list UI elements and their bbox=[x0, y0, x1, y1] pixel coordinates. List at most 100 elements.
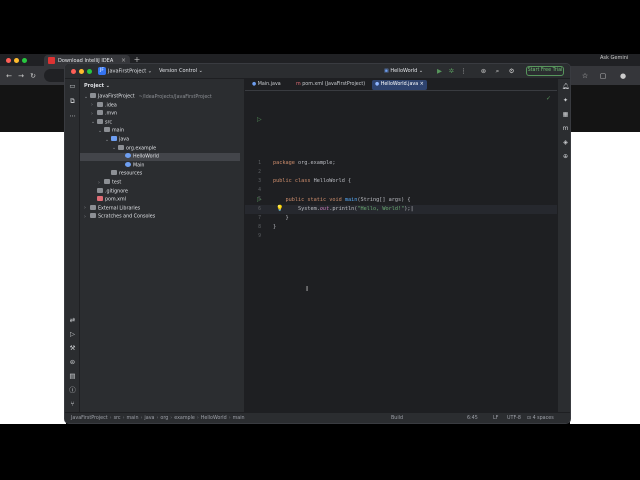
tree-item-label: External Libraries bbox=[98, 206, 141, 212]
tree-item-java[interactable]: ⌄ java bbox=[80, 136, 240, 144]
database-icon[interactable]: ▦ bbox=[561, 110, 570, 119]
run-configuration-selector[interactable]: ▣ HelloWorld ⌄ bbox=[384, 68, 423, 74]
folder-icon bbox=[97, 101, 103, 107]
breadcrumb-item[interactable]: example bbox=[174, 416, 195, 421]
close-window-icon[interactable] bbox=[6, 58, 11, 63]
maven-icon: m bbox=[296, 82, 301, 87]
git-icon[interactable]: ⑂ bbox=[68, 400, 77, 409]
problems-warning-icon[interactable]: ⓘ bbox=[68, 386, 77, 395]
more-tools-icon[interactable]: ⋯ bbox=[68, 112, 77, 121]
breadcrumb-item[interactable]: JavaFirstProject bbox=[71, 416, 108, 421]
minimize-window-icon[interactable] bbox=[14, 58, 19, 63]
project-selector[interactable]: JF JavaFirstProject ⌄ bbox=[98, 67, 155, 76]
code-editor[interactable]: ● Main.java m pom.xml (JavaFirstProject)… bbox=[245, 79, 557, 412]
tree-item-test[interactable]: › test bbox=[80, 179, 240, 187]
run-main-gutter-icon[interactable]: ▷ bbox=[257, 196, 264, 203]
close-tab-icon[interactable]: × bbox=[420, 82, 424, 87]
coverage-icon[interactable]: ◈ bbox=[561, 138, 570, 147]
tree-item-label: src bbox=[105, 120, 113, 126]
search-icon[interactable]: ⌕ bbox=[493, 67, 502, 76]
ide-title-bar: JF JavaFirstProject ⌄ Version Control ⌄ ▣… bbox=[65, 64, 570, 79]
start-free-trial-button[interactable]: Start Free Trial bbox=[526, 66, 564, 76]
no-problems-check-icon: ✓ bbox=[546, 95, 552, 102]
package-icon bbox=[118, 144, 124, 150]
project-tool-icon[interactable]: ▭ bbox=[68, 82, 77, 91]
breadcrumb-item[interactable]: java bbox=[144, 416, 154, 421]
ai-chat-icon[interactable]: ✦ bbox=[561, 96, 570, 105]
terminal-icon[interactable]: ▤ bbox=[68, 372, 77, 381]
indent-setting[interactable]: ⊡ 4 spaces bbox=[527, 416, 554, 421]
maven-tool-icon[interactable]: m bbox=[561, 124, 570, 133]
breadcrumb-item[interactable]: org bbox=[160, 416, 168, 421]
debug-icon[interactable]: ✲ bbox=[447, 67, 456, 76]
class-icon bbox=[125, 161, 131, 167]
settings-gear-icon[interactable]: ⚙ bbox=[507, 67, 516, 76]
right-tool-strip: 🔔︎ ✦ ▦ m ◈ ⊕ bbox=[557, 79, 570, 412]
folder-icon bbox=[97, 110, 103, 116]
tree-item-pom-xml[interactable]: pom.xml bbox=[80, 196, 240, 204]
notifications-bell-icon[interactable]: 🔔︎ bbox=[561, 82, 570, 91]
line-separator[interactable]: LF bbox=[493, 416, 498, 421]
folder-icon bbox=[97, 118, 103, 124]
breadcrumb-separator-icon: › bbox=[170, 416, 173, 421]
tree-item-helloworld[interactable]: HelloWorld bbox=[80, 153, 240, 162]
run-icon[interactable]: ▶ bbox=[435, 67, 444, 76]
build-status[interactable]: Build bbox=[391, 416, 403, 421]
breadcrumb-separator-icon: › bbox=[156, 416, 159, 421]
run-class-gutter-icon[interactable]: ▷ bbox=[257, 116, 264, 123]
problems-icon[interactable]: ⊜ bbox=[68, 358, 77, 367]
forward-icon[interactable]: → bbox=[16, 71, 26, 81]
ide-close-icon[interactable] bbox=[71, 69, 76, 74]
tree-item-javafirstproject[interactable]: ⌄ JavaFirstProject ~/IdeaProjects/JavaFirs… bbox=[80, 93, 240, 101]
editor-tab-bar: ● Main.java m pom.xml (JavaFirstProject)… bbox=[245, 79, 557, 91]
caret-position[interactable]: 6:45 bbox=[467, 416, 478, 421]
run-tool-icon[interactable]: ▷ bbox=[68, 330, 77, 339]
line-number: 1 bbox=[258, 161, 261, 166]
gemini-button[interactable]: Ask Gemini bbox=[600, 55, 640, 65]
extensions-icon[interactable]: ▢ bbox=[598, 71, 608, 81]
keyword: package bbox=[273, 160, 295, 166]
more-actions-icon[interactable]: ⋮ bbox=[459, 67, 468, 76]
profile-avatar-icon[interactable]: ● bbox=[618, 71, 628, 81]
version-control-menu[interactable]: Version Control ⌄ bbox=[159, 68, 203, 74]
tree-item-idea[interactable]: › .idea bbox=[80, 101, 240, 110]
copilot-icon[interactable]: ⊕ bbox=[561, 152, 570, 161]
tab-pom-xml[interactable]: m pom.xml (JavaFirstProject) bbox=[293, 80, 368, 90]
build-hammer-icon[interactable]: ⚒ bbox=[68, 344, 77, 353]
breadcrumb-item[interactable]: HelloWorld bbox=[201, 416, 227, 421]
tree-item-org-example[interactable]: ⌄ org.example bbox=[80, 144, 240, 153]
tree-item-main[interactable]: ⌄ main bbox=[80, 127, 240, 135]
breadcrumb-item[interactable]: src bbox=[114, 416, 121, 421]
lib-icon bbox=[90, 204, 96, 210]
ide-minimize-icon[interactable] bbox=[79, 69, 84, 74]
tree-item-label: pom.xml bbox=[105, 197, 127, 203]
tree-item-gitignore[interactable]: .gitignore bbox=[80, 187, 240, 196]
ide-maximize-icon[interactable] bbox=[87, 69, 92, 74]
maximize-window-icon[interactable] bbox=[22, 58, 27, 63]
tree-item-main[interactable]: Main bbox=[80, 161, 240, 170]
structure-tool-icon[interactable]: ⧉ bbox=[68, 97, 77, 106]
project-panel-title[interactable]: Project ⌄ bbox=[84, 83, 110, 89]
services-icon[interactable]: ⇄ bbox=[68, 316, 77, 325]
tree-item-src[interactable]: ⌄ src bbox=[80, 118, 240, 127]
code-line-8: } bbox=[273, 224, 277, 230]
code-line-1: package org.example; bbox=[273, 159, 335, 168]
run-config-label: HelloWorld bbox=[390, 68, 418, 74]
bookmark-star-icon[interactable]: ☆ bbox=[580, 71, 590, 81]
class-icon: ● bbox=[375, 82, 380, 87]
breadcrumb-item[interactable]: main bbox=[127, 416, 139, 421]
tree-item-resources[interactable]: resources bbox=[80, 170, 240, 178]
tree-item-mvn[interactable]: › .mvn bbox=[80, 110, 240, 118]
tree-item-label: Scratches and Consoles bbox=[98, 214, 156, 220]
breadcrumb-item[interactable]: main bbox=[233, 416, 245, 421]
tab-helloworld-java[interactable]: ● HelloWorld.java × bbox=[372, 80, 427, 90]
ai-assistant-icon[interactable]: ⊛ bbox=[479, 67, 488, 76]
tab-main-java[interactable]: ● Main.java bbox=[249, 80, 284, 90]
file-encoding[interactable]: UTF-8 bbox=[507, 416, 521, 421]
tree-item-scratches-and-consoles[interactable]: › Scratches and Consoles bbox=[80, 213, 240, 221]
back-icon[interactable]: ← bbox=[4, 71, 14, 81]
reload-icon[interactable]: ↻ bbox=[28, 71, 38, 81]
class-icon bbox=[125, 153, 131, 159]
project-badge: JF bbox=[98, 67, 106, 75]
tree-item-external-libraries[interactable]: › External Libraries bbox=[80, 204, 240, 213]
